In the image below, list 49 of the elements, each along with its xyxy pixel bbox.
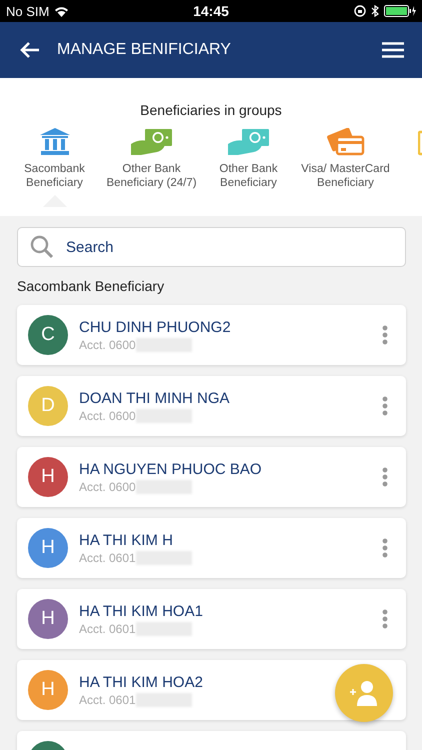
more-options-icon[interactable] xyxy=(382,325,388,345)
rotation-lock-icon xyxy=(354,5,366,17)
beneficiary-card[interactable]: C CHU DINH PHUONG2 Acct. 0600 xyxy=(17,305,406,365)
beneficiary-name: HA NGUYEN PHUOC BAO xyxy=(79,460,263,478)
carrier-text: No SIM xyxy=(6,4,50,18)
avatar: H xyxy=(28,670,68,710)
account-number: Acct. 0600 xyxy=(79,408,136,422)
page-title: MANAGE BENIFICIARY xyxy=(57,41,232,59)
account-number: Acct. 0600 xyxy=(79,480,136,494)
avatar: H xyxy=(28,457,68,497)
beneficiary-name: DOAN THI MINH NGA xyxy=(79,390,231,406)
avatar: D xyxy=(28,386,68,426)
more-options-icon[interactable] xyxy=(382,467,388,487)
group-tab[interactable]: Sacombank Beneficiary xyxy=(6,125,103,207)
account-number: Acct. 0601 xyxy=(79,692,136,706)
account-number: Acct. 0601 xyxy=(79,550,136,564)
group-tab[interactable]: Visa/ MasterCard Beneficiary xyxy=(297,125,394,207)
more-options-icon[interactable] xyxy=(382,396,388,416)
battery-icon xyxy=(384,5,416,17)
beneficiary-card[interactable]: D DOAN THI MINH NGA Acct. 0600 xyxy=(17,376,406,436)
section-heading: Beneficiaries in groups xyxy=(139,101,283,119)
beneficiary-card[interactable]: H HA NGUYEN PHUOC BAO Acct. 0600 xyxy=(17,447,406,507)
beneficiary-card[interactable]: H HA THI KIM H Acct. 0601 xyxy=(17,518,406,578)
bank-icon xyxy=(40,128,70,156)
group-tab[interactable]: Other Bank Beneficiary (24/7) xyxy=(103,125,200,207)
add-person-icon xyxy=(349,680,379,706)
group-tab[interactable]: Other Bank Beneficiary xyxy=(200,125,297,207)
beneficiary-name: HA THI KIM HOA2 xyxy=(79,674,204,690)
more-options-icon[interactable] xyxy=(382,609,388,629)
search-icon xyxy=(30,235,54,259)
avatar: H xyxy=(28,599,68,639)
more-options-icon[interactable] xyxy=(382,538,388,558)
account-number: Acct. 0601 xyxy=(79,622,136,636)
menu-button[interactable] xyxy=(382,42,404,58)
beneficiary-card[interactable]: H HA THI KIM HOA1 Acct. 0601 xyxy=(17,589,406,649)
search-field[interactable]: Search xyxy=(17,227,406,267)
avatar: C xyxy=(28,315,68,355)
bluetooth-icon xyxy=(371,5,380,17)
beneficiary-name: HA THI KIM HOA1 xyxy=(79,602,204,620)
clock-time: 14:45 xyxy=(193,3,229,19)
search-input[interactable]: Search xyxy=(64,238,393,256)
account-number: Acct. 0600 xyxy=(79,338,136,352)
beneficiary-name: CHU DINH PHUONG2 xyxy=(79,318,232,336)
wifi-icon xyxy=(54,6,70,16)
avatar: H xyxy=(28,528,68,568)
cards-icon xyxy=(326,128,364,156)
list-heading: Sacombank Beneficiary xyxy=(17,278,166,294)
back-button[interactable] xyxy=(20,41,40,59)
beneficiary-name: HA THI KIM H xyxy=(79,532,174,548)
